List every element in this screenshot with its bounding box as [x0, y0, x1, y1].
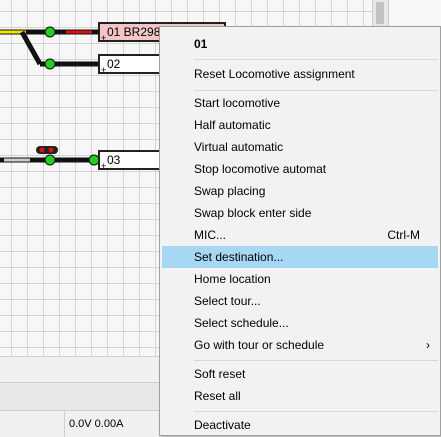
menu-item-soft-reset[interactable]: Soft reset — [162, 363, 438, 385]
menu-item-home-location[interactable]: Home location — [162, 268, 438, 290]
signal-red-lamp — [39, 147, 45, 153]
signal-green[interactable] — [44, 58, 56, 70]
menu-separator — [194, 90, 438, 91]
vertical-scrollbar[interactable] — [372, 0, 388, 26]
menu-item-start-locomotive[interactable]: Start locomotive — [162, 92, 438, 114]
menu-item-stop-locomotive-automat[interactable]: Stop locomotive automat — [162, 158, 438, 180]
menu-separator — [194, 411, 438, 412]
menu-item-select-schedule[interactable]: Select schedule... — [162, 312, 438, 334]
menu-item-shortcut: Ctrl-M — [387, 228, 420, 242]
menu-item-virtual-automatic[interactable]: Virtual automatic — [162, 136, 438, 158]
status-cell-empty — [0, 411, 64, 437]
signal-green[interactable] — [44, 154, 56, 166]
signal-green[interactable] — [44, 26, 56, 38]
menu-separator — [194, 59, 438, 60]
block-plus-marker: + — [101, 33, 107, 43]
menu-item-label: MIC... — [194, 228, 226, 242]
status-power-readout: 0.0V 0.00A — [64, 411, 159, 437]
chevron-right-icon: › — [426, 338, 430, 352]
track-switch — [19, 30, 43, 66]
menu-item-label: Go with tour or schedule — [194, 338, 325, 352]
signal-head — [36, 146, 58, 154]
block-plus-marker: + — [101, 65, 107, 75]
menu-item-half-automatic[interactable]: Half automatic — [162, 114, 438, 136]
menu-item-reset-locomotive-assignment[interactable]: Reset Locomotive assignment — [162, 63, 438, 85]
menu-item-reset-all[interactable]: Reset all — [162, 385, 438, 407]
menu-item-select-tour[interactable]: Select tour... — [162, 290, 438, 312]
menu-separator — [194, 360, 438, 361]
menu-item-mic[interactable]: MIC... Ctrl-M — [162, 224, 438, 246]
menu-item-swap-placing[interactable]: Swap placing — [162, 180, 438, 202]
menu-item-go-with-tour-or-schedule[interactable]: Go with tour or schedule › — [162, 334, 438, 356]
menu-item-deactivate[interactable]: Deactivate — [162, 414, 438, 436]
menu-item-set-destination[interactable]: Set destination... — [162, 246, 438, 268]
menu-item-swap-block-enter-side[interactable]: Swap block enter side — [162, 202, 438, 224]
scrollbar-thumb[interactable] — [376, 2, 384, 24]
block-label: 02 — [107, 57, 121, 71]
menu-header-block-id: 01 — [194, 37, 208, 51]
signal-red-lamp — [48, 147, 54, 153]
block-label: 03 — [107, 153, 121, 167]
block-label: 01 BR298 — [107, 25, 161, 39]
block-plus-marker: + — [101, 161, 107, 171]
context-menu: 01 Reset Locomotive assignment Start loc… — [159, 26, 441, 436]
